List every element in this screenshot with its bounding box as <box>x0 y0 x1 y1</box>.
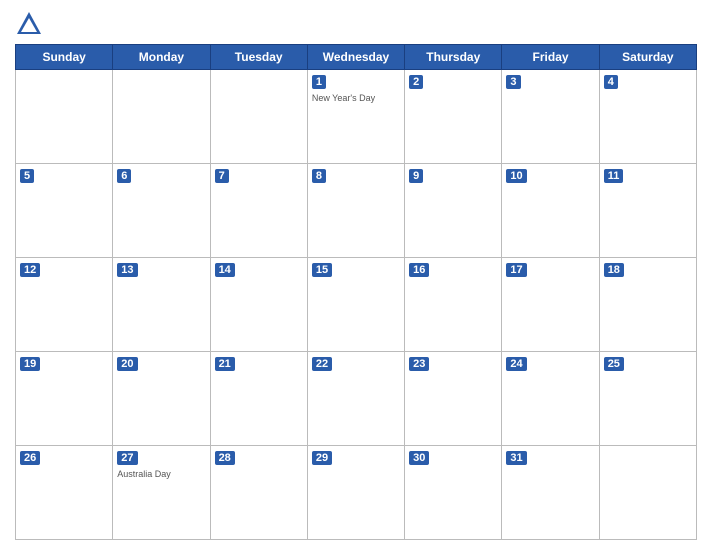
calendar-cell: 14 <box>210 258 307 352</box>
holiday-label: New Year's Day <box>312 93 400 103</box>
calendar-cell: 4 <box>599 70 696 164</box>
calendar-cell <box>599 446 696 540</box>
calendar-cell: 26 <box>16 446 113 540</box>
day-number: 24 <box>506 357 526 371</box>
day-number: 18 <box>604 263 624 277</box>
calendar-cell: 30 <box>405 446 502 540</box>
calendar-cell: 24 <box>502 352 599 446</box>
holiday-label: Australia Day <box>117 469 205 479</box>
calendar-cell: 19 <box>16 352 113 446</box>
calendar-cell: 7 <box>210 164 307 258</box>
calendar-cell: 6 <box>113 164 210 258</box>
weekday-header-wednesday: Wednesday <box>307 45 404 70</box>
calendar-cell: 25 <box>599 352 696 446</box>
day-number: 8 <box>312 169 326 183</box>
day-number: 26 <box>20 451 40 465</box>
calendar-cell: 22 <box>307 352 404 446</box>
calendar-cell: 28 <box>210 446 307 540</box>
calendar-cell <box>113 70 210 164</box>
calendar-cell <box>16 70 113 164</box>
day-number: 29 <box>312 451 332 465</box>
day-number: 12 <box>20 263 40 277</box>
weekday-header-sunday: Sunday <box>16 45 113 70</box>
calendar-cell: 18 <box>599 258 696 352</box>
weekday-header-tuesday: Tuesday <box>210 45 307 70</box>
calendar-cell: 21 <box>210 352 307 446</box>
calendar-table: SundayMondayTuesdayWednesdayThursdayFrid… <box>15 44 697 540</box>
calendar-cell: 2 <box>405 70 502 164</box>
day-number: 22 <box>312 357 332 371</box>
day-number: 2 <box>409 75 423 89</box>
day-number: 10 <box>506 169 526 183</box>
day-number: 14 <box>215 263 235 277</box>
day-number: 7 <box>215 169 229 183</box>
calendar-cell: 3 <box>502 70 599 164</box>
calendar-cell: 17 <box>502 258 599 352</box>
day-number: 5 <box>20 169 34 183</box>
weekday-header-saturday: Saturday <box>599 45 696 70</box>
calendar-cell: 20 <box>113 352 210 446</box>
day-number: 19 <box>20 357 40 371</box>
day-number: 1 <box>312 75 326 89</box>
day-number: 17 <box>506 263 526 277</box>
day-number: 30 <box>409 451 429 465</box>
day-number: 3 <box>506 75 520 89</box>
calendar-cell: 29 <box>307 446 404 540</box>
calendar-cell: 9 <box>405 164 502 258</box>
calendar-cell: 12 <box>16 258 113 352</box>
calendar-cell: 15 <box>307 258 404 352</box>
weekday-header-thursday: Thursday <box>405 45 502 70</box>
logo <box>15 10 47 38</box>
day-number: 27 <box>117 451 137 465</box>
calendar-cell: 27 Australia Day <box>113 446 210 540</box>
day-number: 21 <box>215 357 235 371</box>
day-number: 25 <box>604 357 624 371</box>
calendar-cell: 11 <box>599 164 696 258</box>
calendar-cell: 10 <box>502 164 599 258</box>
day-number: 15 <box>312 263 332 277</box>
day-number: 20 <box>117 357 137 371</box>
calendar-cell: 13 <box>113 258 210 352</box>
weekday-header-friday: Friday <box>502 45 599 70</box>
day-number: 28 <box>215 451 235 465</box>
week-row-4: 19 20 21 22 23 24 25 <box>16 352 697 446</box>
weekday-header-monday: Monday <box>113 45 210 70</box>
calendar-cell: 31 <box>502 446 599 540</box>
week-row-3: 12 13 14 15 16 17 18 <box>16 258 697 352</box>
week-row-5: 26 27 Australia Day 28 29 30 31 <box>16 446 697 540</box>
calendar-cell <box>210 70 307 164</box>
day-number: 31 <box>506 451 526 465</box>
calendar-cell: 16 <box>405 258 502 352</box>
day-number: 13 <box>117 263 137 277</box>
day-number: 11 <box>604 169 624 183</box>
calendar-cell: 8 <box>307 164 404 258</box>
calendar-cell: 1 New Year's Day <box>307 70 404 164</box>
day-number: 6 <box>117 169 131 183</box>
week-row-1: 1 New Year's Day 2 3 4 <box>16 70 697 164</box>
calendar-cell: 5 <box>16 164 113 258</box>
week-row-2: 5 6 7 8 9 10 11 <box>16 164 697 258</box>
calendar-header <box>15 10 697 38</box>
day-number: 9 <box>409 169 423 183</box>
general-blue-icon <box>15 10 43 38</box>
weekday-header-row: SundayMondayTuesdayWednesdayThursdayFrid… <box>16 45 697 70</box>
calendar-cell: 23 <box>405 352 502 446</box>
day-number: 4 <box>604 75 618 89</box>
day-number: 23 <box>409 357 429 371</box>
day-number: 16 <box>409 263 429 277</box>
